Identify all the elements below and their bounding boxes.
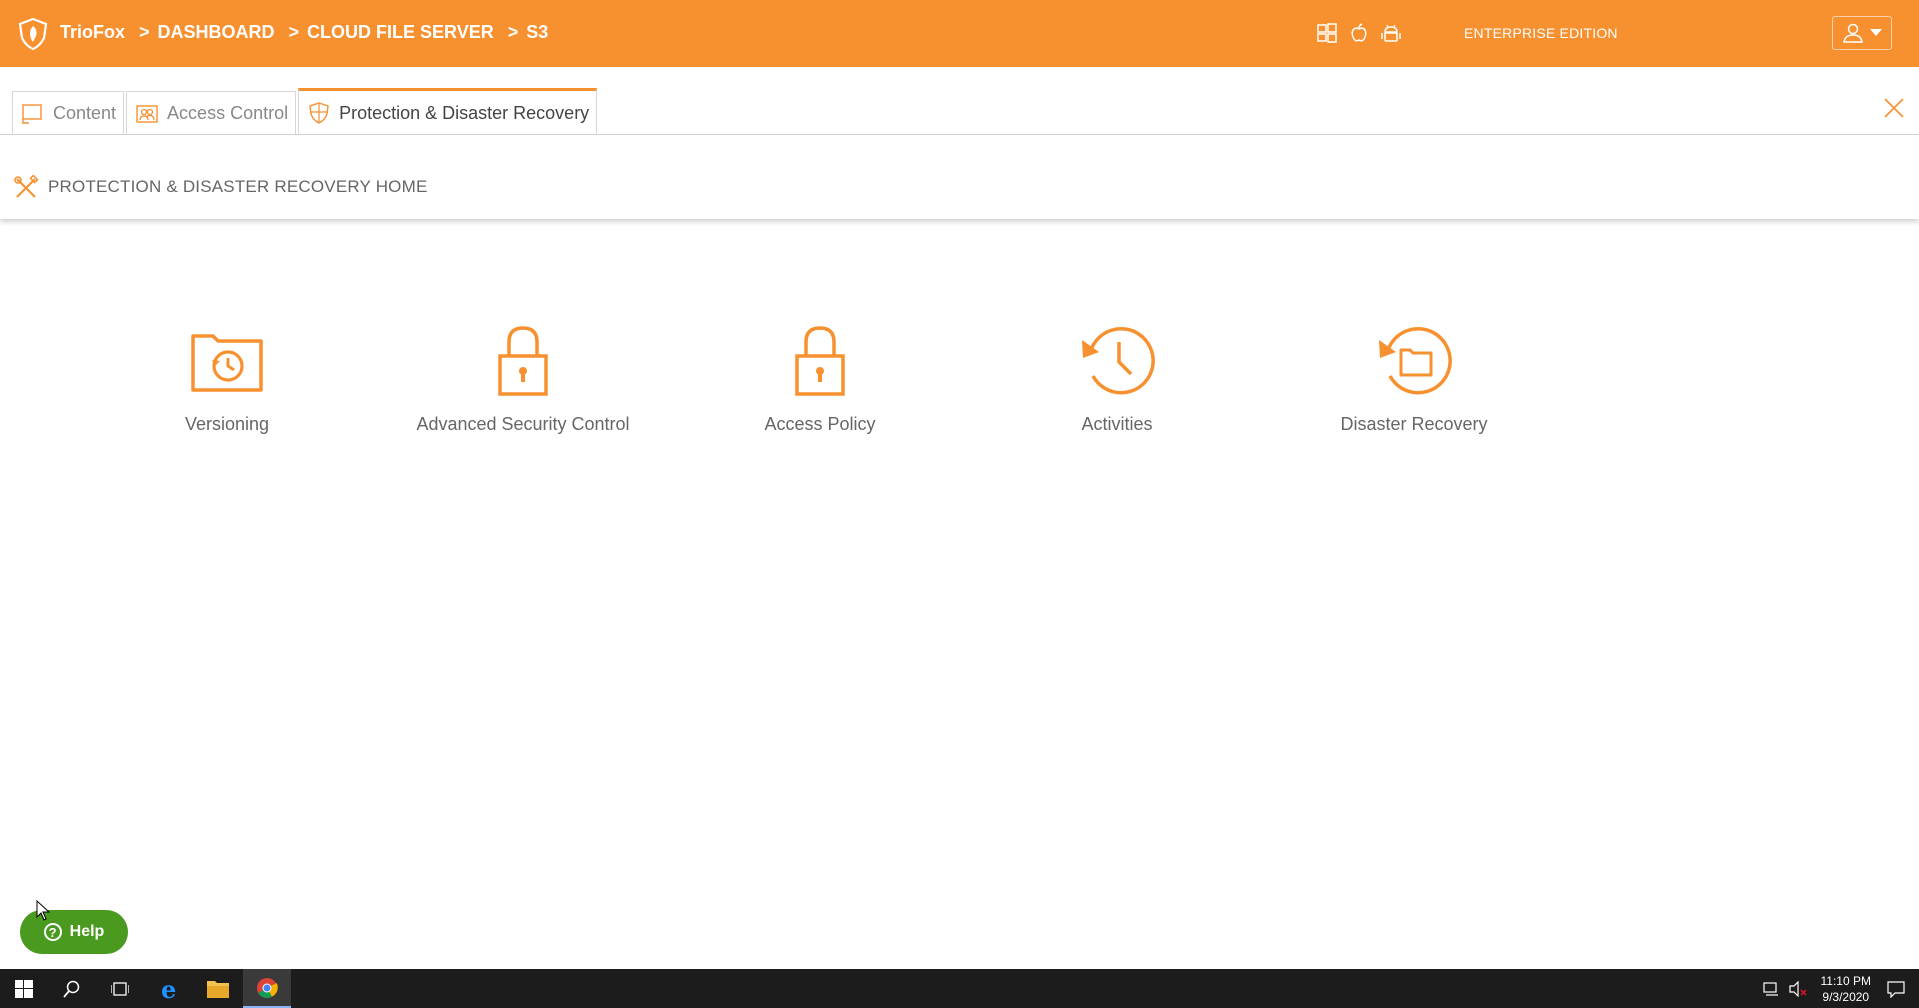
clock-time: 11:10 PM [1820,973,1871,988]
task-view-button[interactable] [96,969,144,1008]
tab-label: Content [53,103,117,123]
edition-label: ENTERPRISE EDITION [1464,25,1618,41]
breadcrumb-separator: > [139,22,150,42]
android-icon[interactable] [1380,22,1402,44]
breadcrumb-separator: > [507,22,519,42]
triofox-logo-icon[interactable] [18,18,48,50]
apple-icon[interactable] [1348,22,1370,44]
lock-icon [795,326,845,396]
tab-bar: Content Access Control Protection & Disa… [12,88,599,135]
breadcrumb-brand[interactable]: TrioFox [60,22,125,43]
breadcrumb-separator: > [288,22,300,42]
close-icon[interactable] [1883,97,1905,119]
network-icon[interactable] [1762,981,1781,997]
breadcrumb-cloud-file-server[interactable]: CLOUD FILE SERVER [307,22,494,43]
help-label: Help [69,923,105,940]
user-icon [1843,23,1863,43]
volume-muted-icon[interactable] [1788,980,1807,997]
feature-label: Activities [1081,414,1153,434]
taskbar-internet-explorer[interactable]: e [146,969,194,1008]
folder-history-icon [191,334,263,392]
taskbar-file-explorer[interactable] [194,969,242,1008]
feature-access-policy[interactable]: Access Policy [690,320,950,435]
taskbar-search-button[interactable] [48,969,96,1008]
section-title: PROTECTION & DISASTER RECOVERY HOME [48,177,428,196]
tab-label: Protection & Disaster Recovery [339,102,590,123]
windows-icon [15,979,33,998]
feature-advanced-security-control[interactable]: Advanced Security Control [393,320,653,435]
tab-access-control[interactable]: Access Control [126,91,297,135]
windows-icon[interactable] [1316,22,1338,44]
feature-label: Disaster Recovery [1340,414,1488,434]
start-button[interactable] [0,969,48,1008]
taskbar-chrome[interactable] [243,969,291,1008]
tab-protection-disaster-recovery[interactable]: Protection & Disaster Recovery [298,88,598,135]
users-icon [136,104,158,123]
folder-restore-icon [1379,327,1452,395]
internet-explorer-icon: e [161,977,176,1001]
mouse-cursor-icon [36,900,51,921]
breadcrumb-dashboard[interactable]: DASHBOARD [158,22,275,43]
clock-date: 9/3/2020 [1822,989,1870,1004]
feature-activities[interactable]: Activities [987,320,1247,435]
breadcrumb: TrioFox > DASHBOARD > CLOUD FILE SERVER … [60,22,548,43]
history-clock-icon [1082,327,1155,395]
shield-icon [309,102,329,124]
top-bar: TrioFox > DASHBOARD > CLOUD FILE SERVER … [0,0,1919,67]
folder-icon [207,980,229,998]
chrome-icon [257,977,278,998]
feature-label: Advanced Security Control [416,414,630,434]
tab-content[interactable]: Content [12,91,125,135]
tab-label: Access Control [167,103,289,123]
monitor-icon [22,103,42,124]
windows-taskbar: e 11:10 PM 9/3/2020 [0,969,1919,1008]
breadcrumb-s3[interactable]: S3 [526,22,548,43]
action-center-icon[interactable] [1887,980,1905,998]
caret-down-icon [1870,29,1882,36]
feature-label: Versioning [184,414,270,434]
svg-text:e: e [161,977,176,1001]
system-tray: 11:10 PM 9/3/2020 [1762,969,1919,1008]
search-icon [63,980,80,998]
section-header: PROTECTION & DISASTER RECOVERY HOME [0,135,1919,219]
feature-versioning[interactable]: Versioning [97,320,357,435]
task-view-icon [111,981,129,996]
feature-disaster-recovery[interactable]: Disaster Recovery [1284,320,1544,435]
lock-icon [498,326,548,396]
system-clock[interactable]: 11:10 PM 9/3/2020 [1821,973,1871,1005]
feature-label: Access Policy [764,414,876,434]
question-icon: ? [43,923,62,941]
tools-icon [14,175,39,198]
client-downloads [1316,22,1402,44]
user-menu-button[interactable] [1832,16,1892,50]
